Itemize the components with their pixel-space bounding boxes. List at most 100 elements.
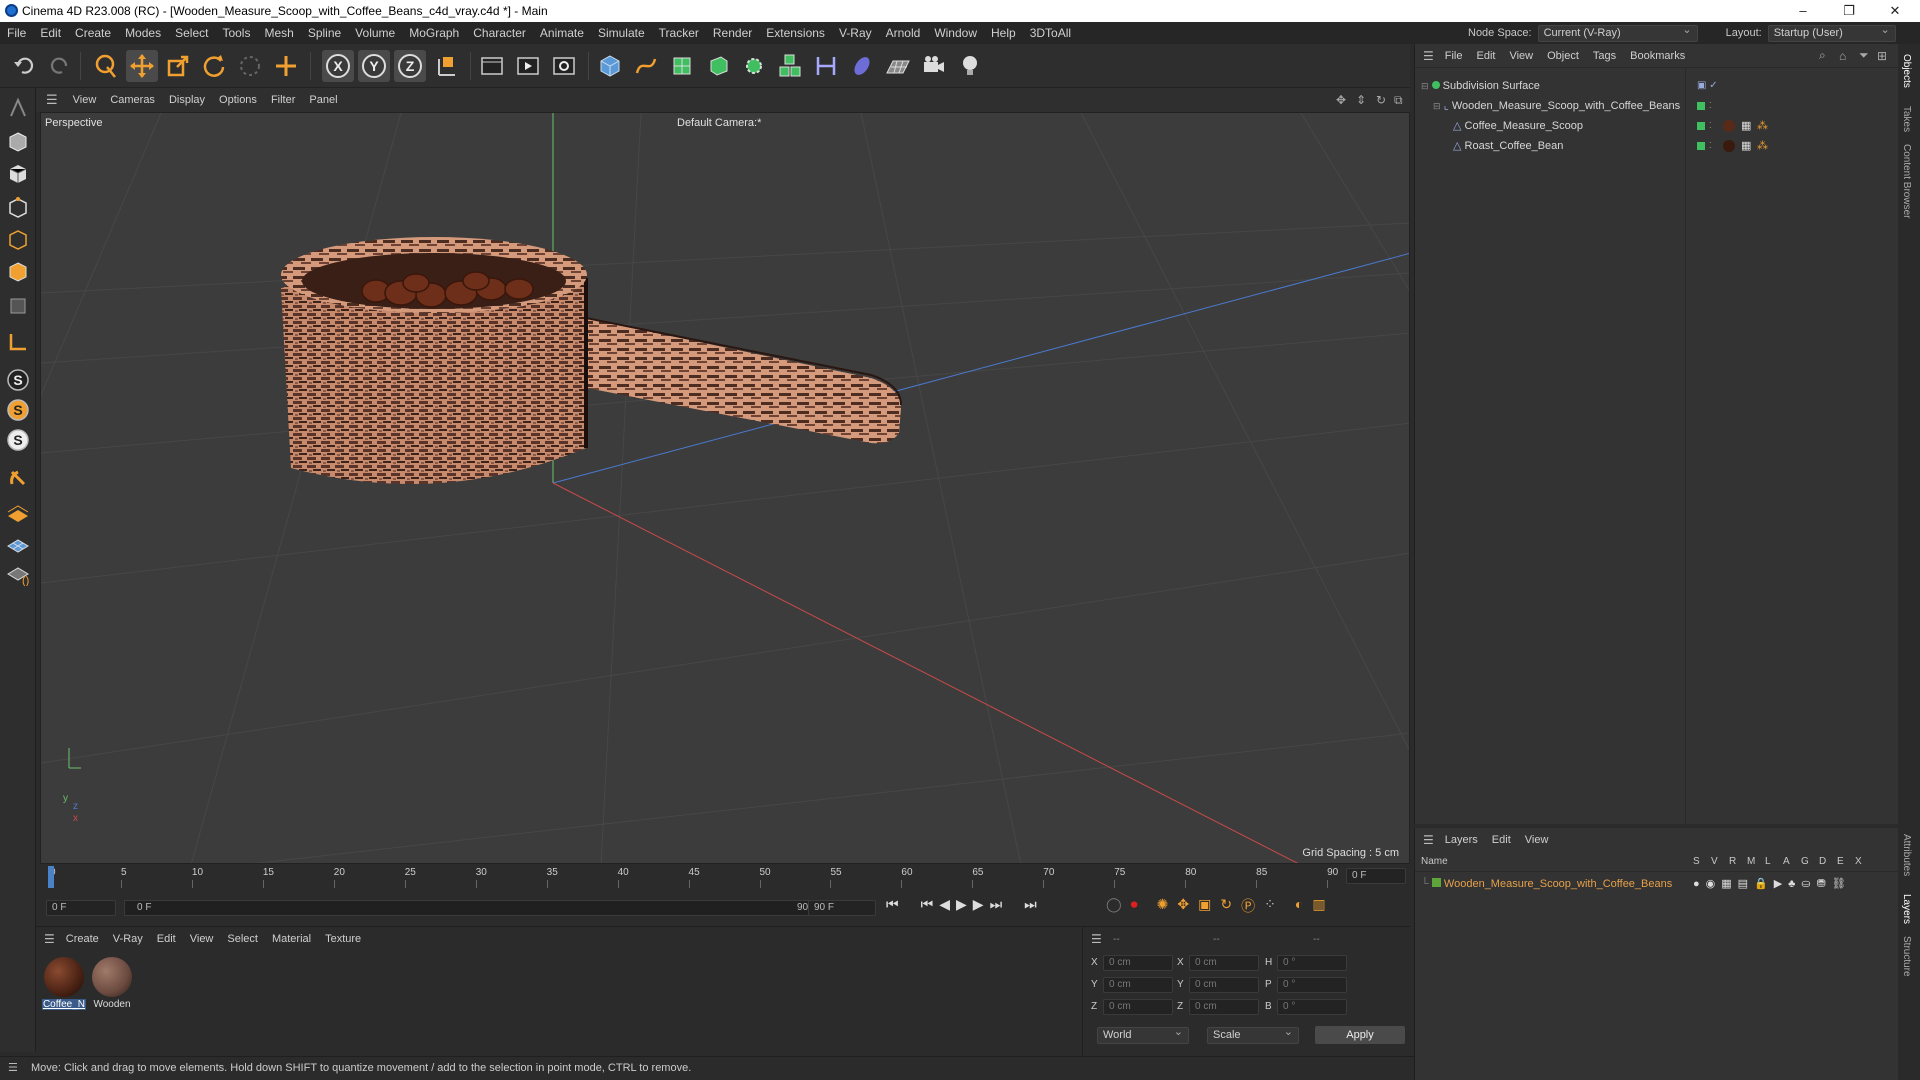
- subdivision-surface-icon[interactable]: [666, 50, 698, 82]
- start-frame-field[interactable]: 0 F: [46, 900, 116, 916]
- key-rotation-icon[interactable]: ↻: [1220, 896, 1232, 916]
- key-pla-icon[interactable]: ⁘: [1264, 896, 1276, 916]
- add-object-icon[interactable]: [270, 50, 302, 82]
- texture-mode-icon[interactable]: [4, 160, 32, 188]
- key-scale-icon[interactable]: ▣: [1198, 896, 1211, 916]
- menu-mograph[interactable]: MoGraph: [402, 22, 466, 44]
- visibility-dots-icon[interactable]: ⁚: [1709, 136, 1712, 156]
- frame-range-slider[interactable]: 0 F 90 F: [124, 900, 830, 916]
- layer-column-header[interactable]: S: [1693, 856, 1700, 867]
- layers-menu-edit[interactable]: Edit: [1485, 834, 1518, 846]
- live-selection-icon[interactable]: [90, 50, 122, 82]
- y-axis-lock-icon[interactable]: Y: [358, 50, 390, 82]
- mat-menu-texture[interactable]: Texture: [318, 933, 368, 945]
- tree-row-bean[interactable]: △ Roast_Coffee_Bean ⁚ ▦ ⁂: [1453, 136, 1891, 156]
- layer-color-swatch[interactable]: [1697, 122, 1705, 130]
- next-key-icon[interactable]: ⏭: [990, 896, 1003, 913]
- coord-value-field[interactable]: 0 °: [1277, 977, 1347, 993]
- texture-tag-icon[interactable]: ▦: [1741, 116, 1751, 136]
- mat-menu-vray[interactable]: V-Ray: [106, 933, 150, 945]
- mat-menu-edit[interactable]: Edit: [150, 933, 183, 945]
- tree-row-group[interactable]: ⊟ ⌞ Wooden_Measure_Scoop_with_Coffee_Bea…: [1433, 96, 1891, 116]
- layer-column-header[interactable]: X: [1855, 856, 1862, 867]
- rotate-tool-icon[interactable]: [198, 50, 230, 82]
- menu-mesh[interactable]: Mesh: [257, 22, 300, 44]
- tree-row-subdivision[interactable]: ⊟ Subdivision Surface ▣ ✓: [1421, 76, 1891, 96]
- floor-icon[interactable]: [882, 50, 914, 82]
- menu-3dtoall[interactable]: 3DToAll: [1023, 22, 1078, 44]
- obj-menu-object[interactable]: Object: [1540, 50, 1586, 62]
- material-swatch-wooden[interactable]: Wooden: [90, 955, 134, 1017]
- material-hamburger-icon[interactable]: ☰: [44, 932, 55, 946]
- coord-value-field[interactable]: 0 °: [1277, 955, 1347, 971]
- texture-tag-icon[interactable]: ▦: [1741, 136, 1751, 156]
- uv-mode-icon[interactable]: [4, 292, 32, 320]
- next-frame-icon[interactable]: ▶: [973, 896, 984, 913]
- go-to-start-icon[interactable]: ⏮: [886, 896, 899, 913]
- tree-row-scoop[interactable]: △ Coffee_Measure_Scoop ⁚ ▦ ⁂: [1453, 116, 1891, 136]
- spline-pen-icon[interactable]: [630, 50, 662, 82]
- undo-icon[interactable]: [8, 50, 40, 82]
- layer-color-swatch[interactable]: [1431, 878, 1441, 887]
- mograph-array-icon[interactable]: [774, 50, 806, 82]
- material-tag-icon[interactable]: [1723, 140, 1735, 152]
- viewport-move-icon[interactable]: ✥: [1336, 93, 1346, 107]
- menu-select[interactable]: Select: [168, 22, 215, 44]
- render-to-picture-viewer-icon[interactable]: [512, 50, 544, 82]
- record-icon[interactable]: ⏺: [1131, 896, 1138, 916]
- move-tool-icon[interactable]: [126, 50, 158, 82]
- material-swatch-coffee[interactable]: Coffee_N: [42, 955, 86, 1017]
- play-icon[interactable]: ▶: [956, 896, 967, 913]
- coords-hamburger-icon[interactable]: ☰: [1091, 932, 1102, 946]
- vray-tag-icon[interactable]: ⁂: [1757, 136, 1768, 156]
- coord-value-field[interactable]: 0 cm: [1189, 955, 1259, 971]
- x-axis-lock-icon[interactable]: X: [322, 50, 354, 82]
- viewport-menu-filter[interactable]: Filter: [264, 89, 302, 111]
- deformer-icon[interactable]: [810, 50, 842, 82]
- maximize-button[interactable]: ❐: [1826, 0, 1872, 22]
- viewport-menu-view[interactable]: View: [66, 89, 104, 111]
- viewport-menu-cameras[interactable]: Cameras: [103, 89, 162, 111]
- viewport-menu-panel[interactable]: Panel: [302, 89, 344, 111]
- mat-menu-select[interactable]: Select: [220, 933, 265, 945]
- light-icon[interactable]: [954, 50, 986, 82]
- viewport-zoom-icon[interactable]: ⇕: [1356, 93, 1366, 107]
- layer-toggle-icons[interactable]: ●◉▦▤🔒▶♣⛀⛃⛓: [1693, 874, 1852, 894]
- tweak-mode-icon[interactable]: [4, 464, 32, 492]
- menu-render[interactable]: Render: [706, 22, 759, 44]
- menu-volume[interactable]: Volume: [348, 22, 402, 44]
- previous-frame-icon[interactable]: ◀: [939, 896, 950, 913]
- layer-color-swatch[interactable]: [1697, 102, 1705, 110]
- viewport-menu-display[interactable]: Display: [162, 89, 212, 111]
- objects-hamburger-icon[interactable]: ☰: [1423, 49, 1434, 63]
- menu-extensions[interactable]: Extensions: [759, 22, 832, 44]
- z-axis-lock-icon[interactable]: Z: [394, 50, 426, 82]
- coords-size-select[interactable]: Scale: [1207, 1025, 1299, 1044]
- coordinate-system-icon[interactable]: [430, 50, 462, 82]
- layer-column-header[interactable]: A: [1783, 856, 1790, 867]
- record-off-icon[interactable]: ◯: [1106, 896, 1122, 916]
- cube-object-icon[interactable]: [594, 50, 626, 82]
- layer-column-header[interactable]: G: [1801, 856, 1809, 867]
- go-to-end-icon[interactable]: ⏭: [1024, 896, 1037, 913]
- extrude-generator-icon[interactable]: [702, 50, 734, 82]
- status-hamburger-icon[interactable]: ☰: [8, 1062, 18, 1074]
- material-tag-icon[interactable]: [1723, 120, 1735, 132]
- render-view-icon[interactable]: [476, 50, 508, 82]
- coord-value-field[interactable]: 0 cm: [1103, 999, 1173, 1015]
- side-tab-content-browser[interactable]: Content Browser: [1901, 144, 1912, 218]
- layer-column-header[interactable]: V: [1711, 856, 1718, 867]
- redo-icon[interactable]: [44, 50, 76, 82]
- obj-menu-edit[interactable]: Edit: [1470, 50, 1503, 62]
- menu-tracker[interactable]: Tracker: [652, 22, 706, 44]
- snap-settings-icon[interactable]: S: [4, 396, 32, 424]
- edges-mode-icon[interactable]: [4, 226, 32, 254]
- 3d-viewport[interactable]: Perspective Default Camera:* Grid Spacin…: [40, 112, 1410, 864]
- locked-workplane-icon[interactable]: (): [4, 560, 32, 588]
- vray-tag-icon[interactable]: ⁂: [1757, 116, 1768, 136]
- viewport-rotate-icon[interactable]: ↻: [1376, 93, 1386, 107]
- menu-window[interactable]: Window: [927, 22, 984, 44]
- menu-file[interactable]: File: [0, 22, 33, 44]
- layer-row[interactable]: └ Wooden_Measure_Scoop_with_Coffee_Beans…: [1421, 874, 1891, 894]
- scale-tool-icon[interactable]: [162, 50, 194, 82]
